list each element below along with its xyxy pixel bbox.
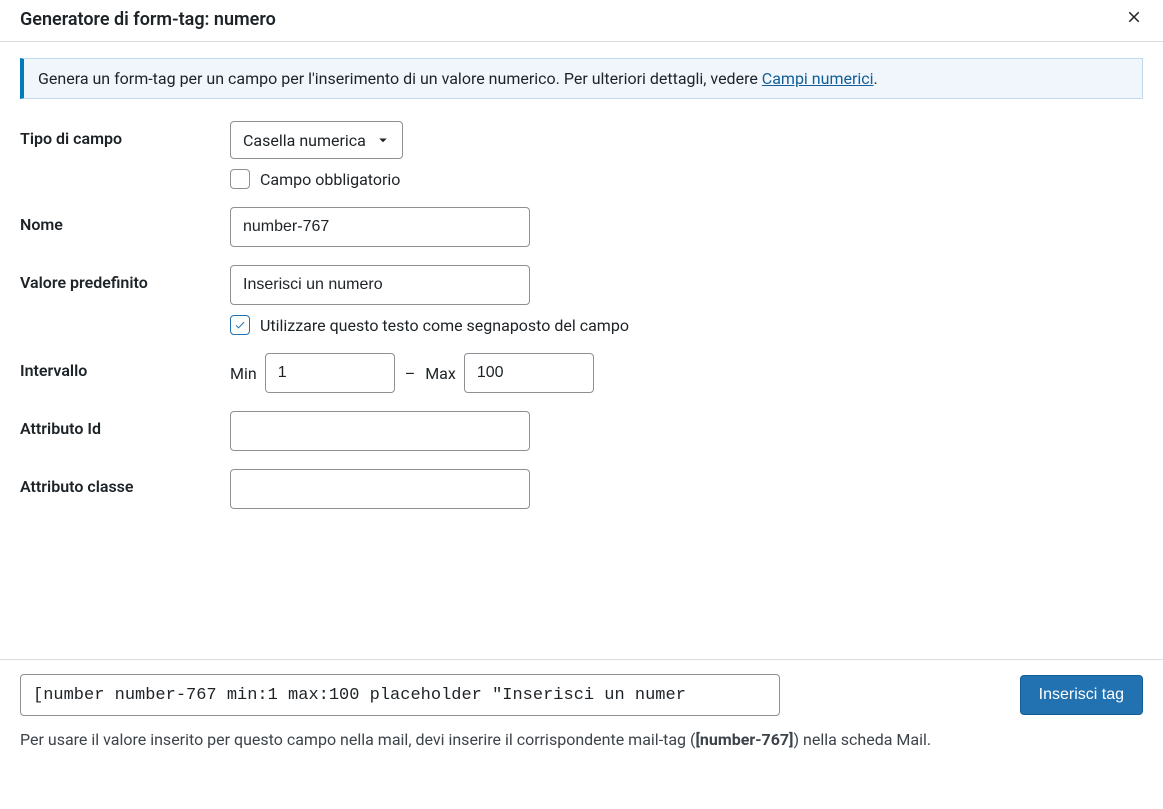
modal-header: Generatore di form-tag: numero (0, 0, 1163, 42)
default-value-input[interactable] (230, 265, 530, 305)
required-checkbox-row[interactable]: Campo obbligatorio (230, 169, 1143, 189)
placeholder-label: Utilizzare questo testo come segnaposto … (260, 316, 629, 335)
hint-before: Per usare il valore inserito per questo … (20, 730, 695, 749)
row-name: Nome (20, 207, 1143, 247)
max-label: Max (425, 364, 456, 383)
range-separator: – (403, 364, 418, 383)
placeholder-checkbox-row[interactable]: Utilizzare questo testo come segnaposto … (230, 315, 1143, 335)
info-notice: Genera un form-tag per un campo per l'in… (20, 58, 1143, 99)
modal: Generatore di form-tag: numero Genera un… (0, 0, 1163, 769)
hint-mail-tag: [number-767] (695, 730, 793, 749)
modal-body: Genera un form-tag per un campo per l'in… (0, 42, 1163, 509)
notice-text: Genera un form-tag per un campo per l'in… (38, 69, 762, 88)
required-label: Campo obbligatorio (260, 170, 400, 189)
label-id-attr: Attributo Id (20, 411, 230, 438)
row-default: Valore predefinito Utilizzare questo tes… (20, 265, 1143, 335)
row-id-attr: Attributo Id (20, 411, 1143, 451)
label-field-type: Tipo di campo (20, 121, 230, 148)
label-class-attr: Attributo classe (20, 469, 230, 496)
generated-tag-output[interactable] (20, 674, 780, 716)
label-range: Intervallo (20, 353, 230, 380)
field-type-select[interactable]: Casella numerica (230, 121, 403, 159)
min-label: Min (230, 364, 257, 383)
label-default: Valore predefinito (20, 265, 230, 292)
row-class-attr: Attributo classe (20, 469, 1143, 509)
placeholder-checkbox[interactable] (230, 315, 250, 335)
notice-text-after: . (874, 69, 878, 88)
modal-title: Generatore di form-tag: numero (20, 9, 276, 30)
max-input[interactable] (464, 353, 594, 393)
label-name: Nome (20, 207, 230, 234)
required-checkbox[interactable] (230, 169, 250, 189)
row-field-type: Tipo di campo Casella numerica Campo obb… (20, 121, 1143, 189)
class-attr-input[interactable] (230, 469, 530, 509)
row-range: Intervallo Min – Max (20, 353, 1143, 393)
insert-tag-button[interactable]: Inserisci tag (1020, 675, 1143, 715)
min-input[interactable] (265, 353, 395, 393)
footer-hint: Per usare il valore inserito per questo … (20, 730, 1143, 749)
chevron-down-icon (374, 131, 392, 149)
close-icon[interactable] (1121, 8, 1147, 31)
notice-link[interactable]: Campi numerici (762, 69, 874, 88)
name-input[interactable] (230, 207, 530, 247)
field-type-selected: Casella numerica (243, 131, 366, 150)
id-attr-input[interactable] (230, 411, 530, 451)
modal-footer: Inserisci tag Per usare il valore inseri… (0, 659, 1163, 769)
hint-after: ) nella scheda Mail. (793, 730, 931, 749)
